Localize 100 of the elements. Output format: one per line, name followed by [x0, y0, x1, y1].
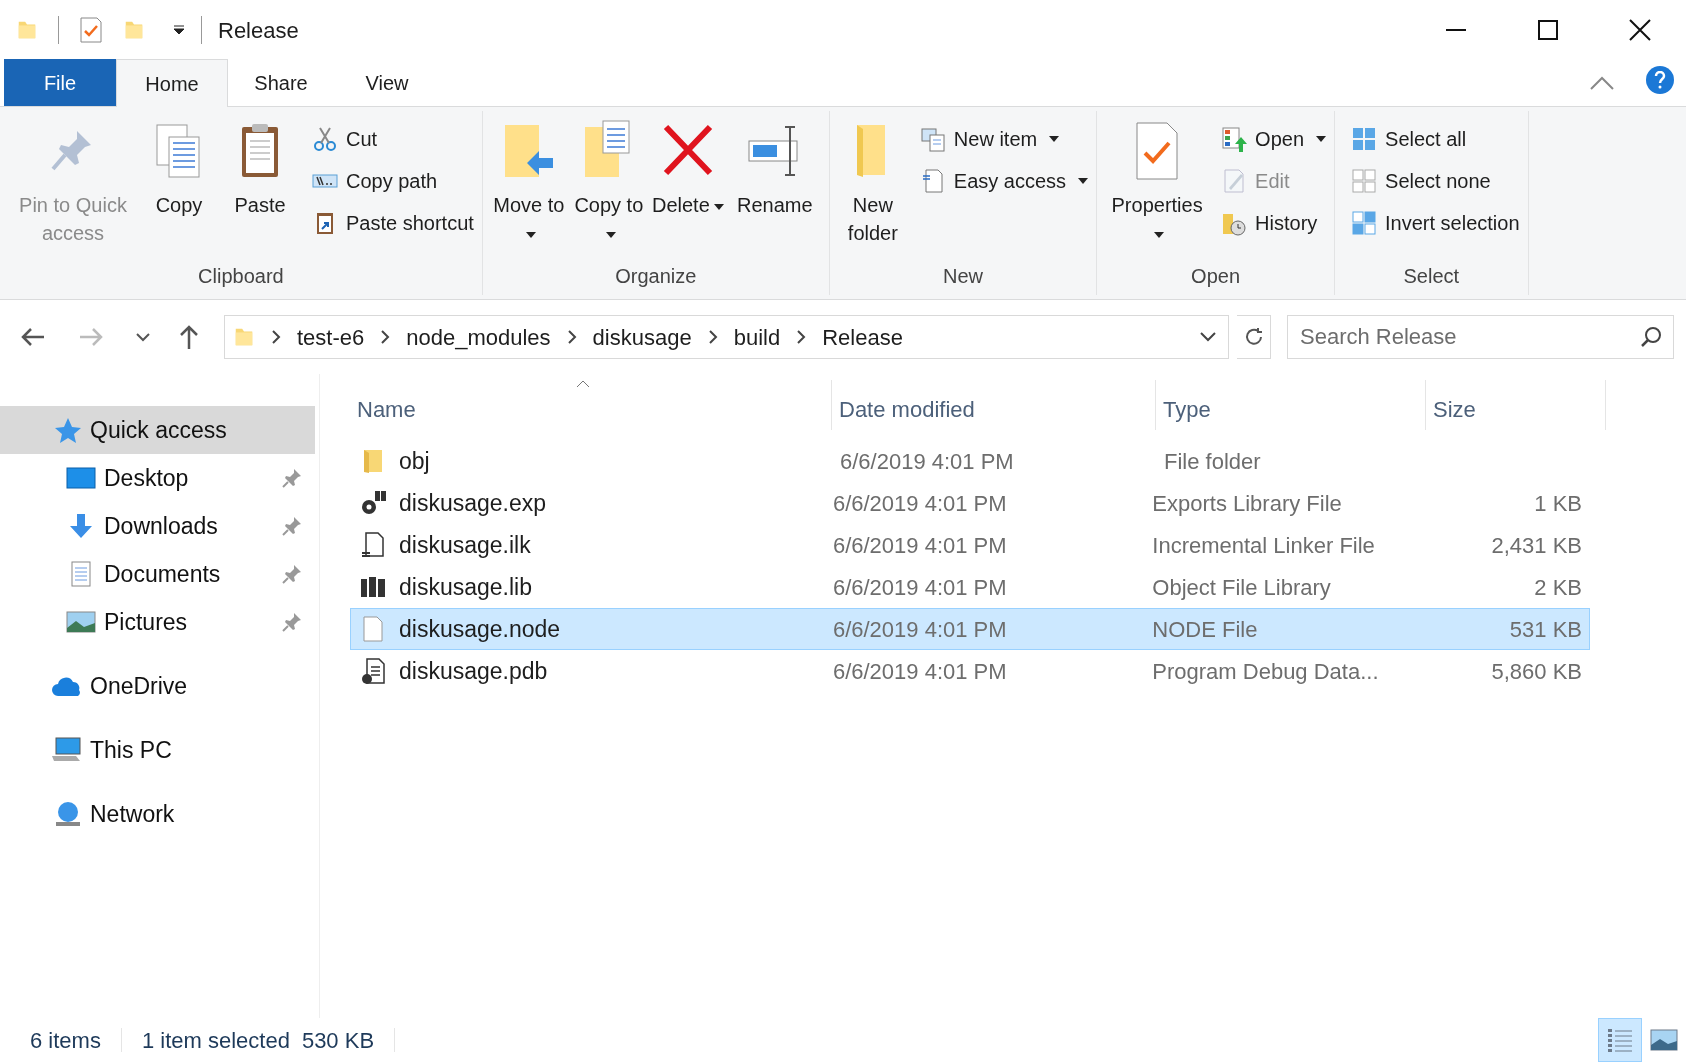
- empty-grid-icon: [1351, 168, 1378, 194]
- ribbon-tab[interactable]: Share: [228, 59, 334, 106]
- ribbon-button[interactable]: Rename: [728, 119, 821, 261]
- type-cell-text: Program Debug Data...: [1151, 657, 1380, 686]
- column-header[interactable]: Date modified: [832, 380, 1156, 430]
- chevron-right-icon[interactable]: [707, 330, 718, 344]
- checkmark-document-icon[interactable]: [79, 16, 103, 44]
- ribbon-button[interactable]: Properties: [1105, 119, 1210, 261]
- search-field[interactable]: Search Release: [1287, 315, 1674, 359]
- navigation-item[interactable]: This PC: [0, 726, 315, 774]
- chevron-down-icon[interactable]: [136, 332, 150, 342]
- question-mark-icon: [1654, 71, 1666, 89]
- refresh-button[interactable]: [1237, 315, 1271, 359]
- size-cell-text: 1 KB: [1533, 489, 1583, 518]
- ribbon-button[interactable]: Move to: [490, 119, 567, 261]
- navigation-item[interactable]: Pictures: [0, 598, 315, 646]
- file-name: diskusage.lib: [399, 572, 532, 602]
- file-row[interactable]: diskusage.node 6/6/2019 4:01 PM NODE File 531 KB: [350, 608, 1590, 650]
- breadcrumb[interactable]: test-e6: [297, 320, 365, 354]
- breadcrumb[interactable]: node_modules: [406, 320, 551, 354]
- scissors-icon: [312, 126, 338, 152]
- group-label: Clipboard: [197, 264, 285, 289]
- ribbon-button[interactable]: Copy to: [570, 119, 647, 261]
- breadcrumb[interactable]: diskusage: [592, 320, 692, 354]
- chevron-right-icon[interactable]: [796, 330, 807, 344]
- ribbon-button[interactable]: Cut: [312, 123, 474, 155]
- ribbon-button[interactable]: New folder: [837, 119, 908, 261]
- file-row[interactable]: obj 6/6/2019 4:01 PM File folder: [350, 440, 1590, 482]
- file-row[interactable]: diskusage.lib 6/6/2019 4:01 PM Object File Library 2 KB: [350, 566, 1590, 608]
- date-cell-text: 6/6/2019 4:01 PM: [831, 489, 1008, 518]
- ribbon-button[interactable]: Open: [1221, 123, 1327, 155]
- file-row[interactable]: diskusage.pdb 6/6/2019 4:01 PM Program Debug Data... 5,860 KB: [350, 650, 1590, 692]
- search-icon: [1640, 326, 1662, 348]
- navigation-item[interactable]: Documents: [0, 550, 315, 598]
- column-header[interactable]: Type: [1156, 380, 1426, 430]
- ribbon-button[interactable]: New item: [919, 123, 1089, 155]
- up-arrow-icon[interactable]: [178, 324, 200, 350]
- file-name: diskusage.node: [399, 614, 561, 644]
- ribbon-button[interactable]: Delete: [650, 119, 725, 261]
- chevron-right-icon[interactable]: [271, 330, 281, 344]
- landscape-picture-icon: [66, 608, 96, 636]
- file-row[interactable]: diskusage.ilk 6/6/2019 4:01 PM Incremental Linker File 2,431 KB: [350, 524, 1590, 566]
- dropdown-caret-icon[interactable]: [173, 25, 185, 35]
- ribbon-button[interactable]: Select all: [1351, 123, 1520, 155]
- back-arrow-icon[interactable]: [20, 326, 46, 348]
- ribbon-tab[interactable]: View: [334, 59, 440, 106]
- computer-icon: [52, 736, 82, 764]
- ribbon-button[interactable]: Select none: [1351, 165, 1520, 197]
- help-button[interactable]: [1646, 66, 1674, 94]
- refresh-icon: [1243, 327, 1264, 347]
- column-header[interactable]: Name: [350, 380, 832, 430]
- details-view-button[interactable]: [1598, 1018, 1642, 1062]
- chevron-down-icon[interactable]: [1200, 332, 1216, 342]
- breadcrumb[interactable]: Release: [822, 320, 903, 354]
- selection-size: 530 KB: [301, 1026, 375, 1055]
- window-title: Release: [218, 16, 299, 45]
- type-cell-text: NODE File: [1151, 615, 1259, 644]
- breadcrumb[interactable]: build: [733, 320, 781, 354]
- group-label: Organize: [614, 264, 698, 289]
- address-bar[interactable]: test-e6 node_modules diskusage build Release: [224, 315, 1229, 359]
- file-row[interactable]: diskusage.exp 6/6/2019 4:01 PM Exports Library File 1 KB: [350, 482, 1590, 524]
- type-cell-text: Exports Library File: [1151, 489, 1343, 518]
- item-count: 6 items: [30, 1026, 101, 1055]
- collapse-ribbon-icon[interactable]: [1590, 76, 1614, 90]
- minimize-icon: [1446, 29, 1466, 31]
- date-cell-text: 6/6/2019 4:01 PM: [831, 615, 1008, 644]
- size-cell-text: 531 KB: [1508, 615, 1583, 644]
- navigation-item[interactable]: Downloads: [0, 502, 315, 550]
- navigation-item[interactable]: Network: [0, 790, 315, 838]
- navigation-item[interactable]: OneDrive: [0, 662, 315, 710]
- column-header[interactable]: Size: [1426, 380, 1606, 430]
- date-cell-text: 6/6/2019 4:01 PM: [831, 531, 1008, 560]
- new-item-icon: [919, 126, 946, 152]
- chevron-right-icon[interactable]: [566, 330, 577, 344]
- ribbon-tab[interactable]: Home: [116, 59, 228, 107]
- ribbon-button[interactable]: Paste: [220, 119, 300, 261]
- maximize-icon: [1538, 20, 1558, 40]
- ribbon-button[interactable]: Paste shortcut: [312, 207, 474, 239]
- ribbon-button[interactable]: Invert selection: [1351, 207, 1520, 239]
- partial-grid-icon: [1351, 210, 1378, 236]
- navigation-item[interactable]: Quick access: [0, 406, 315, 454]
- ribbon-button[interactable]: Copy path: [312, 165, 474, 197]
- file-name: obj: [399, 446, 430, 476]
- type-cell-text: File folder: [1163, 447, 1262, 476]
- chevron-right-icon[interactable]: [380, 330, 391, 344]
- file-tab[interactable]: File: [4, 59, 116, 106]
- size-cell-text: 5,860 KB: [1490, 657, 1583, 686]
- group-label: New: [941, 264, 984, 289]
- ribbon-button[interactable]: History: [1221, 207, 1327, 239]
- ribbon-button[interactable]: Easy access: [919, 165, 1089, 197]
- size-cell-text: 2,431 KB: [1490, 531, 1583, 560]
- date-cell-text: 6/6/2019 4:01 PM: [839, 447, 1015, 476]
- file-name: diskusage.ilk: [399, 530, 531, 560]
- group-label: Open: [1190, 264, 1242, 289]
- grid-icon: [1351, 126, 1378, 152]
- date-cell-text: 6/6/2019 4:01 PM: [831, 573, 1008, 602]
- navigation-item[interactable]: Desktop: [0, 454, 315, 502]
- monitor-icon: [66, 464, 96, 492]
- list-view-icon: [1607, 1027, 1633, 1053]
- ribbon-button[interactable]: Copy: [142, 119, 216, 261]
